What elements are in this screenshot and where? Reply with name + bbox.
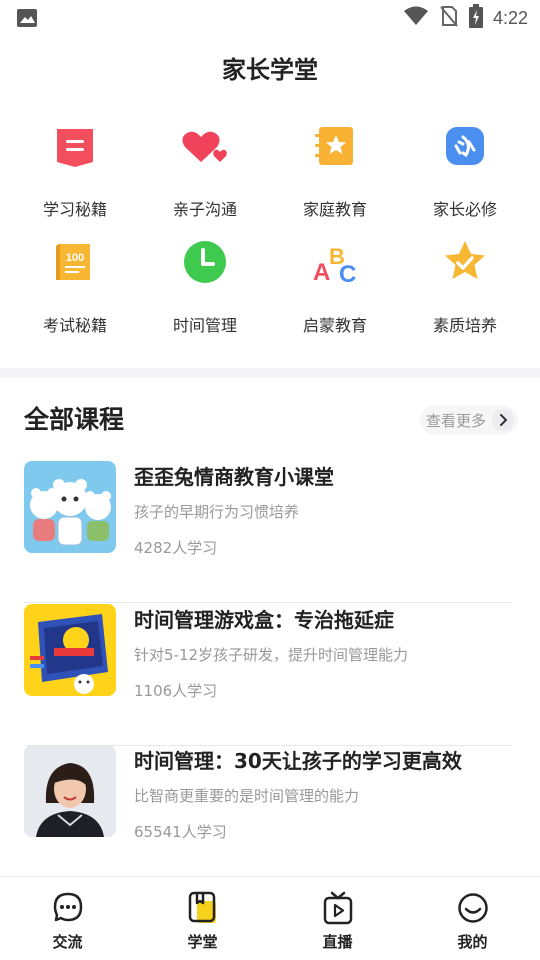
divider	[24, 602, 512, 603]
course-learner-count: 1106人学习	[134, 682, 218, 700]
course-description: 比智商更重要的是时间管理的能力	[134, 787, 360, 805]
category-parent-required[interactable]: 家长必修	[400, 116, 530, 219]
svg-text:100: 100	[66, 252, 84, 264]
page-title: 家长学堂	[222, 56, 318, 84]
course-thumbnail	[24, 604, 116, 696]
course-learner-count: 65541人学习	[134, 823, 227, 841]
course-title: 时间管理：30天让孩子的学习更高效	[134, 749, 462, 773]
category-label: 学习秘籍	[42, 200, 107, 219]
section-divider	[0, 368, 540, 378]
nav-live[interactable]: 直播	[270, 877, 405, 960]
nav-label: 交流	[52, 933, 83, 951]
category-parent-child[interactable]: 亲子沟通	[140, 116, 270, 219]
nav-profile[interactable]: 我的	[405, 877, 540, 960]
category-enlightenment[interactable]: ABC 启蒙教育	[270, 232, 400, 335]
course-title: 歪歪兔情商教育小课堂	[134, 465, 334, 489]
live-tv-icon	[322, 891, 354, 925]
nav-label: 学堂	[187, 933, 218, 951]
bottom-navigation: 交流 学堂 直播 我的	[0, 876, 540, 960]
course-thumbnail	[24, 461, 116, 553]
nav-chat[interactable]: 交流	[0, 877, 135, 960]
course-description: 孩子的早期行为习惯培养	[134, 503, 300, 521]
category-label: 考试秘籍	[42, 316, 107, 335]
nav-label: 直播	[322, 933, 353, 951]
course-item[interactable]: 歪歪兔情商教育小课堂 孩子的早期行为习惯培养 4282人学习	[24, 461, 512, 603]
course-item[interactable]: 时间管理：30天让孩子的学习更高效 比智商更重要的是时间管理的能力 65541人…	[24, 745, 512, 887]
section-title: 全部课程	[24, 405, 125, 434]
category-label: 家庭教育	[302, 200, 367, 219]
view-more-label: 查看更多	[425, 411, 486, 430]
category-label: 亲子沟通	[172, 200, 237, 219]
required-badge-icon	[439, 120, 491, 172]
category-label: 素质培养	[432, 316, 497, 335]
course-item[interactable]: 时间管理游戏盒：专治拖延症 针对5-12岁孩子研发，提升时间管理能力 1106人…	[24, 604, 512, 746]
status-bar: 4:22	[0, 0, 540, 36]
svg-text:A: A	[313, 259, 330, 286]
category-quality-development[interactable]: 素质培养	[400, 232, 530, 335]
chevron-right-icon	[492, 409, 514, 431]
chat-bubble-icon	[52, 891, 84, 925]
image-icon	[16, 8, 38, 28]
abc-icon: ABC	[309, 236, 361, 288]
clock-icon	[179, 236, 231, 288]
category-study-tips[interactable]: 学习秘籍	[10, 116, 140, 219]
battery-charging-icon	[468, 4, 483, 32]
smile-profile-icon	[457, 891, 489, 925]
course-thumbnail	[24, 745, 116, 837]
svg-text:C: C	[339, 261, 356, 288]
view-more-button[interactable]: 查看更多	[419, 406, 518, 434]
exam-score-icon: 100	[49, 236, 101, 288]
nav-label: 我的	[457, 933, 488, 951]
star-check-icon	[439, 236, 491, 288]
category-grid: 学习秘籍 亲子沟通 家庭教育 家长必修 100 考试秘籍 时间管理 ABC 启蒙	[10, 116, 530, 335]
category-exam-tips[interactable]: 100 考试秘籍	[10, 232, 140, 335]
status-time: 4:22	[492, 7, 528, 28]
book-icon	[49, 120, 101, 172]
course-description: 针对5-12岁孩子研发，提升时间管理能力	[134, 646, 409, 664]
course-title: 时间管理游戏盒：专治拖延症	[134, 608, 394, 632]
school-book-icon	[187, 891, 219, 925]
category-label: 启蒙教育	[302, 316, 367, 335]
star-notebook-icon	[309, 120, 361, 172]
category-family-education[interactable]: 家庭教育	[270, 116, 400, 219]
wifi-icon	[403, 6, 429, 30]
category-label: 家长必修	[432, 200, 497, 219]
nav-school[interactable]: 学堂	[135, 877, 270, 960]
category-label: 时间管理	[172, 316, 237, 335]
course-learner-count: 4282人学习	[134, 539, 218, 557]
hearts-icon	[179, 120, 231, 172]
no-sim-icon	[439, 5, 459, 31]
category-time-management[interactable]: 时间管理	[140, 232, 270, 335]
